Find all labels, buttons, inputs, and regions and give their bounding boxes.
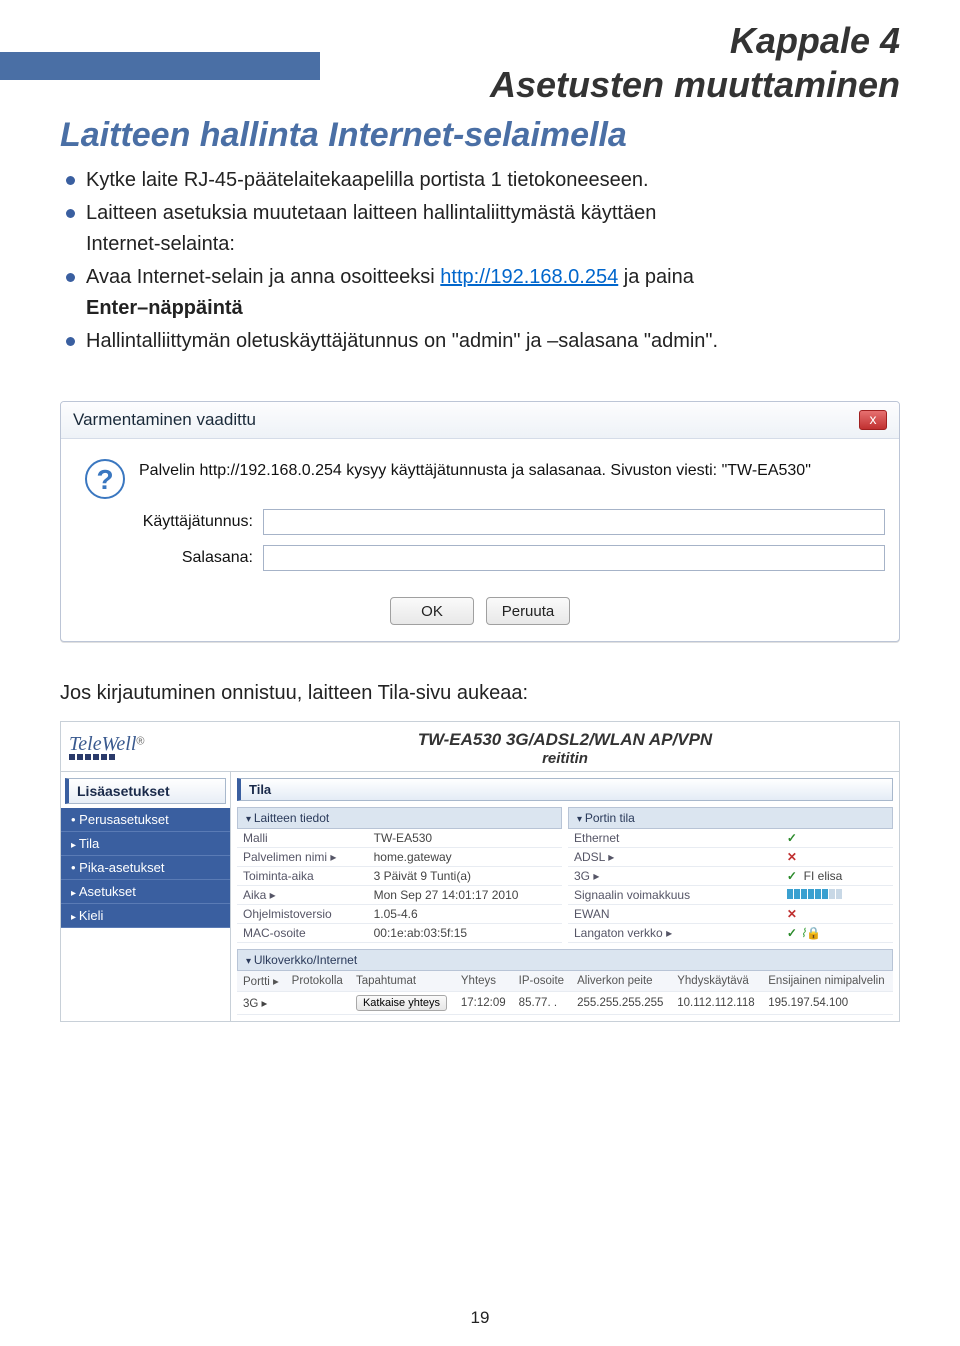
- wan-panel: Ulkoverkko/Internet Portti ▸ Protokolla …: [237, 949, 893, 1015]
- username-input[interactable]: [263, 509, 885, 535]
- chapter-bar: [0, 52, 320, 80]
- bullet-2: Laitteen asetuksia muutetaan laitteen ha…: [60, 198, 900, 260]
- main-tab-status[interactable]: Tila: [237, 778, 893, 801]
- question-icon: ?: [85, 459, 125, 499]
- menu-item-basic[interactable]: Perusasetukset: [61, 808, 230, 832]
- bullet-4: Hallintalliittymän oletuskäyttäjätunnus …: [60, 326, 900, 357]
- port-table: Ethernet✓ ADSL ▸✕ 3G ▸✓ FI elisa Signaal…: [568, 829, 893, 943]
- cancel-button[interactable]: Peruuta: [486, 597, 570, 625]
- bullet-1: Kytke laite RJ-45-päätelaitekaapelilla p…: [60, 165, 900, 196]
- server-name-link[interactable]: Palvelimen nimi ▸: [237, 848, 368, 867]
- bullet-list: Kytke laite RJ-45-päätelaitekaapelilla p…: [60, 165, 900, 357]
- time-link[interactable]: Aika ▸: [237, 886, 368, 905]
- dialog-message: Palvelin http://192.168.0.254 kysyy käyt…: [139, 462, 885, 496]
- router-title: TW-EA530 3G/ADSL2/WLAN AP/VPN reititin: [231, 722, 899, 771]
- panel-device-head[interactable]: Laitteen tiedot: [237, 807, 562, 829]
- ok-button[interactable]: OK: [390, 597, 474, 625]
- check-icon: ✓: [787, 831, 797, 845]
- check-icon: ✓: [787, 869, 797, 883]
- menu-item-lang[interactable]: Kieli: [61, 904, 230, 928]
- signal-icon: [787, 889, 842, 899]
- page-number: 19: [0, 1308, 960, 1328]
- sidebar-tab-advanced[interactable]: Lisäasetukset: [65, 778, 226, 804]
- url-link[interactable]: http://192.168.0.254: [440, 266, 618, 288]
- router-ui: TeleWell® TW-EA530 3G/ADSL2/WLAN AP/VPN …: [60, 721, 900, 1022]
- disconnect-button[interactable]: Katkaise yhteys: [356, 995, 447, 1011]
- mid-text: Jos kirjautuminen onnistuu, laitteen Til…: [60, 682, 900, 705]
- password-input[interactable]: [263, 545, 885, 571]
- wan-head[interactable]: Ulkoverkko/Internet: [237, 949, 893, 971]
- close-button[interactable]: x: [859, 410, 887, 430]
- adsl-link[interactable]: ADSL ▸: [568, 848, 781, 867]
- router-sidebar: Lisäasetukset Perusasetukset Tila Pika-a…: [61, 772, 231, 1021]
- bullet-3: Avaa Internet-selain ja anna osoitteeksi…: [60, 262, 900, 324]
- x-icon: ✕: [787, 907, 797, 921]
- dialog-header: Varmentaminen vaadittu x: [61, 402, 899, 439]
- auth-dialog: Varmentaminen vaadittu x ? Palvelin http…: [60, 401, 900, 642]
- password-label: Salasana:: [75, 549, 259, 567]
- wan-3g-link[interactable]: 3G ▸: [237, 992, 286, 1015]
- device-table: MalliTW-EA530 Palvelimen nimi ▸home.gate…: [237, 829, 562, 943]
- menu-item-status[interactable]: Tila: [61, 832, 230, 856]
- lock-icon: 🔒: [806, 926, 821, 940]
- x-icon: ✕: [787, 850, 797, 864]
- menu-item-settings[interactable]: Asetukset: [61, 880, 230, 904]
- threeg-link[interactable]: 3G ▸: [568, 867, 781, 886]
- username-label: Käyttäjätunnus:: [75, 513, 259, 531]
- sidebar-menu: Perusasetukset Tila Pika-asetukset Asetu…: [61, 808, 230, 928]
- menu-item-quick[interactable]: Pika-asetukset: [61, 856, 230, 880]
- router-logo: TeleWell®: [61, 723, 231, 770]
- section-title: Laitteen hallinta Internet-selaimella: [60, 116, 900, 155]
- check-icon: ✓: [787, 926, 797, 940]
- dialog-title: Varmentaminen vaadittu: [73, 410, 256, 430]
- wlan-link[interactable]: Langaton verkko ▸: [568, 924, 781, 943]
- panel-port-head[interactable]: Portin tila: [568, 807, 893, 829]
